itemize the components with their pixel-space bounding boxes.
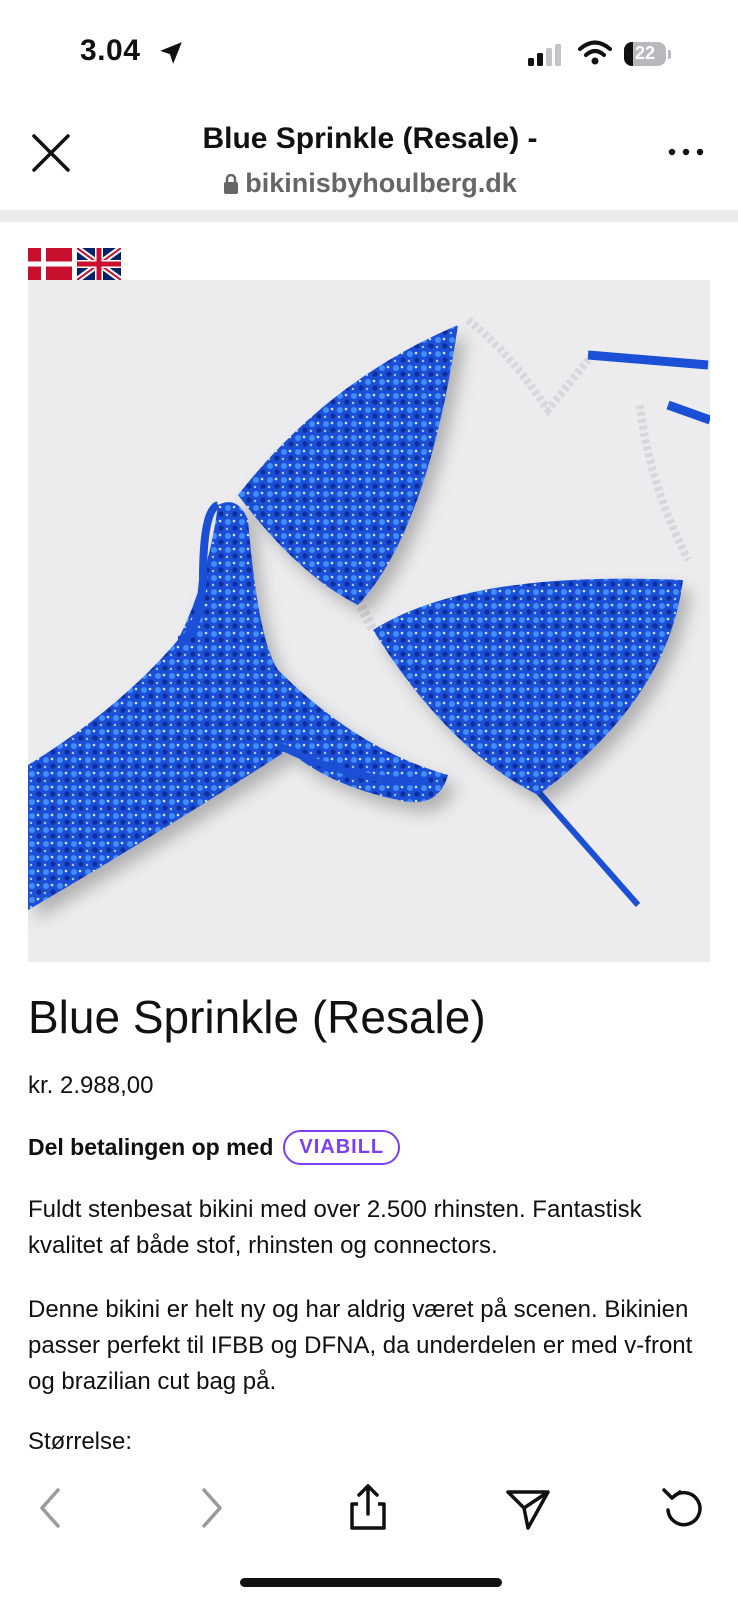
more-icon[interactable] (664, 140, 708, 164)
description-paragraph-1: Fuldt stenbesat bikini med over 2.500 rh… (28, 1196, 642, 1259)
battery-tip (668, 50, 671, 59)
browser-header: Blue Sprinkle (Resale) - bikinisbyhoulbe… (0, 100, 738, 210)
location-arrow-icon (160, 42, 182, 64)
close-icon[interactable] (28, 130, 74, 176)
installment-row: Del betalingen op med VIABILL (28, 1130, 401, 1165)
product-image[interactable] (28, 280, 710, 962)
battery-percent: 22 (634, 43, 656, 63)
reload-icon[interactable] (656, 1480, 712, 1536)
domain-text: bikinisbyhoulberg.dk (245, 168, 517, 198)
cellular-signal-icon (528, 44, 561, 66)
battery-indicator: 22 (624, 42, 666, 66)
description-paragraph-2: Denne bikini er helt ny og har aldrig væ… (28, 1296, 693, 1395)
back-icon[interactable] (24, 1480, 80, 1536)
size-label: Størrelse: (28, 1428, 133, 1455)
installment-text: Del betalingen op med (28, 1134, 274, 1160)
danish-flag-icon[interactable] (28, 248, 72, 280)
status-bar: 3.04 22 (0, 0, 738, 100)
domain-label[interactable]: bikinisbyhoulberg.dk (110, 168, 630, 199)
header-divider (0, 210, 738, 222)
page-title: Blue Sprinkle (Resale) - (202, 122, 538, 155)
product-title: Blue Sprinkle (Resale) (28, 991, 486, 1043)
product-price: kr. 2.988,00 (28, 1072, 154, 1099)
share-icon[interactable] (340, 1480, 396, 1536)
lock-icon (224, 174, 239, 194)
uk-flag-icon[interactable] (77, 248, 121, 280)
wifi-icon (578, 40, 612, 65)
status-time: 3.04 (80, 34, 141, 67)
forward-icon[interactable] (182, 1480, 238, 1536)
viabill-logo[interactable]: VIABILL (283, 1130, 401, 1165)
browser-toolbar (0, 1470, 738, 1550)
home-indicator (240, 1578, 502, 1587)
send-icon[interactable] (500, 1480, 556, 1536)
